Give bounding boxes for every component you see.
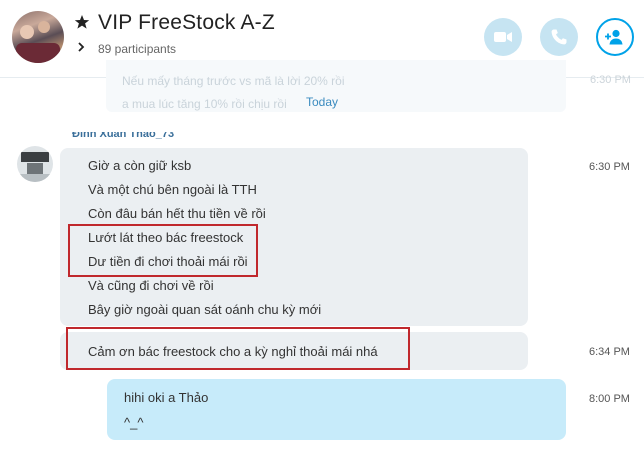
phone-icon [551,29,567,45]
add-participant-button[interactable] [596,18,634,56]
message-timestamp: 6:30 PM [589,161,630,173]
video-call-button[interactable] [484,18,522,56]
group-avatar[interactable] [12,11,64,63]
highlight-annotation [66,327,410,370]
message-bubble-outgoing[interactable] [107,379,566,440]
message-text: ^_^ [124,415,144,430]
message-timestamp: 6:34 PM [589,346,630,358]
add-person-icon [605,29,623,45]
participants-count[interactable]: 89 participants [98,42,176,56]
sender-avatar[interactable] [17,146,53,182]
sender-name[interactable]: Đinh Xuân Thảo_73 [72,132,174,140]
chevron-right-icon[interactable] [76,42,86,52]
previous-messages [0,60,644,120]
faded-message: Nếu mấy tháng trước vs mã là lời 20% rồi [122,74,345,88]
chat-title[interactable]: VIP FreeStock A-Z [98,11,275,35]
message-text: Còn đâu bán hết thu tiền về rồi [88,206,266,221]
message-text: Và một chú bên ngoài là TTH [88,182,257,197]
message-text: hihi oki a Thảo [124,390,209,405]
message-text: Và cũng đi chơi về rồi [88,278,214,293]
star-icon[interactable] [74,14,90,30]
message-timestamp: 8:00 PM [589,393,630,405]
video-camera-icon [494,32,512,42]
message-text: Bây giờ ngoài quan sát oánh chu kỳ mới [88,302,322,317]
faded-timestamp: 6:30 PM [590,74,631,86]
audio-call-button[interactable] [540,18,578,56]
message-text: Giờ a còn giữ ksb [88,158,192,173]
date-divider: Today [305,95,339,109]
highlight-annotation [68,224,258,277]
